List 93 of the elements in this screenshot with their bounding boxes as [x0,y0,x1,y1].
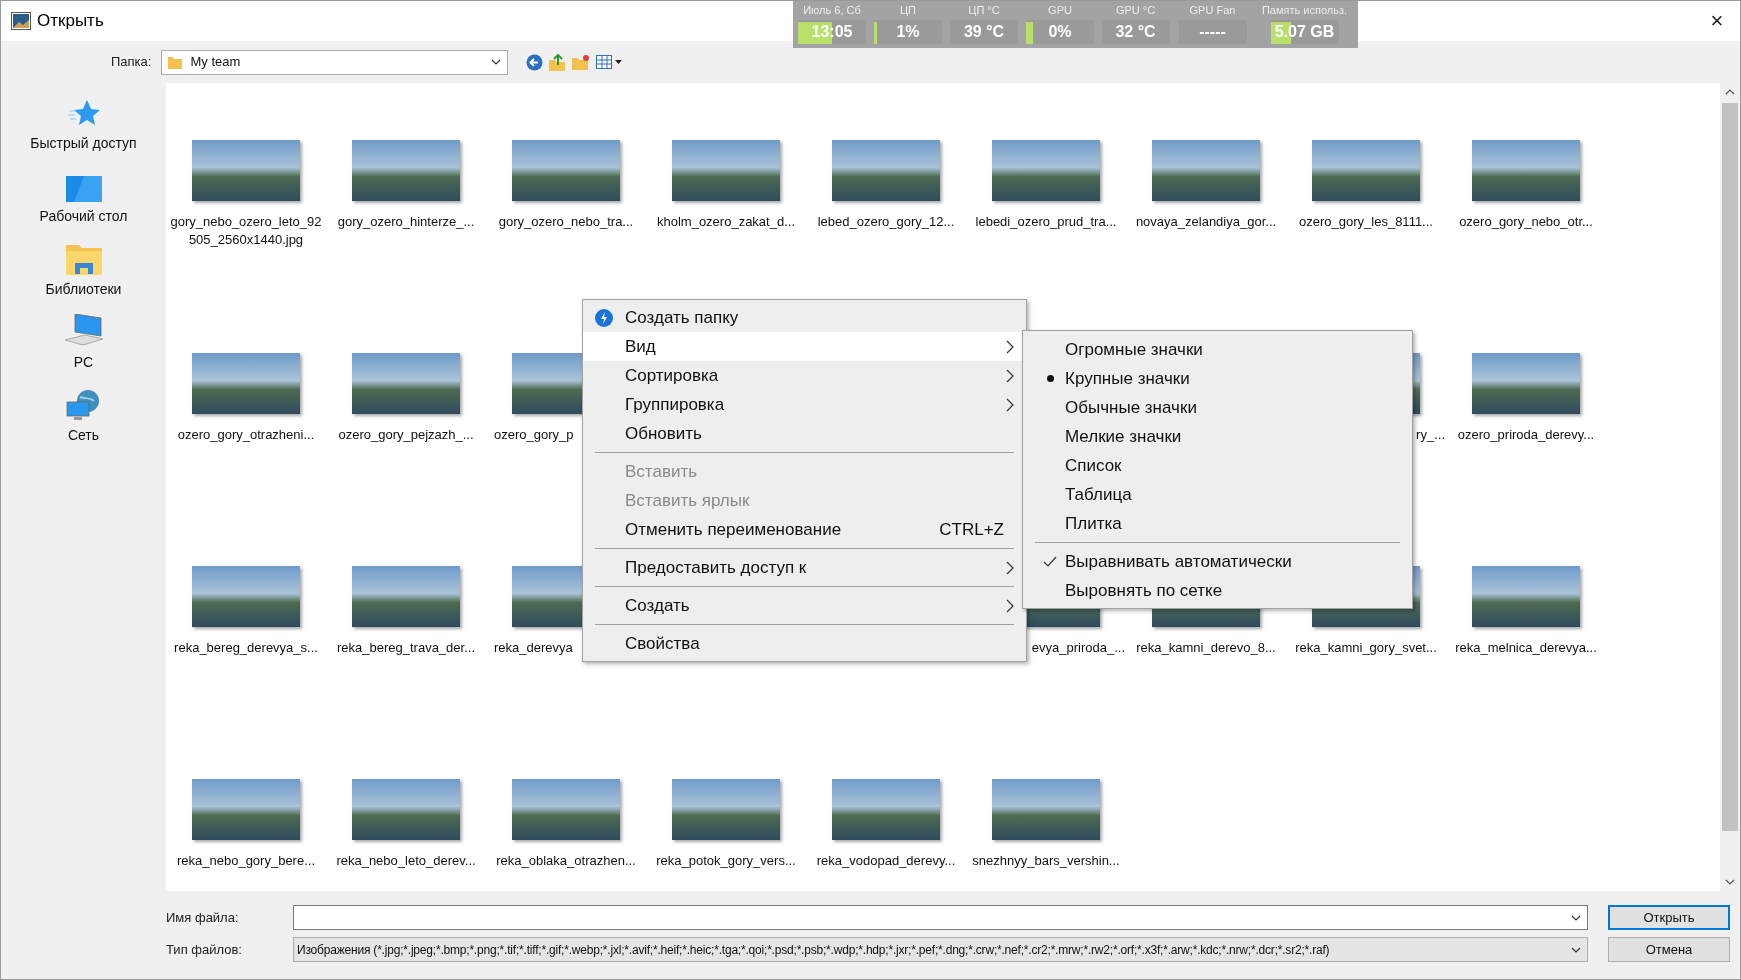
menu-item[interactable]: Список [1023,451,1412,480]
menu-item[interactable]: Огромные значки [1023,335,1412,364]
caret-icon [615,60,623,64]
open-button[interactable]: Открыть [1608,905,1730,930]
monitor-label: Июль 6, Сб [803,4,861,17]
file-name[interactable]: reka_bereg_trava_der... [336,639,475,657]
folder-icon [168,55,183,69]
monitor-value: 1% [896,22,920,42]
grid-view-icon [596,55,613,69]
menu-item[interactable]: Группировка [583,390,1026,419]
monitor-label: GPU °C [1115,4,1156,17]
folder-value: My team [190,53,242,72]
monitor-value: 13:05 [811,22,853,42]
picture-icon [11,12,31,30]
view-menu-button[interactable] [596,55,623,69]
folder-up-icon[interactable] [549,53,567,71]
monitor-label: Память использ. [1261,4,1348,17]
chevron-down-icon [491,59,502,65]
scroll-down-icon[interactable] [1725,879,1735,885]
filename-label: Имя файла: [166,908,240,927]
scroll-up-icon[interactable] [1725,89,1735,95]
monitor-value: 32 °C [1115,22,1156,42]
file-name[interactable]: snezhnyy_bars_vershin... [972,852,1120,870]
file-name[interactable]: evya_priroda_... [1031,639,1125,657]
folder-dropdown[interactable]: My team [161,49,509,75]
new-folder-icon[interactable] [572,54,591,70]
filetype-label: Тип файлов: [166,940,243,959]
file-name[interactable]: gory_nebo_ozero_leto_92505_2560x1440.jpg [167,213,325,249]
menu-item[interactable]: Крупные значки [1023,364,1412,393]
file-name[interactable]: reka_oblaka_otrazhen... [496,852,636,870]
shortcut-text: CTRL+Z [939,518,1004,541]
file-name[interactable]: ozero_priroda_derevy... [1457,426,1595,444]
file-name[interactable]: ry_... [1416,426,1445,444]
monitor-value: 5.07 GB [1274,22,1335,42]
file-name[interactable]: lebedi_ozero_prud_tra... [975,213,1117,231]
back-icon[interactable] [526,53,544,71]
file-name[interactable]: reka_derevya [494,639,573,657]
desktop-icon [65,176,102,202]
file-name[interactable]: ozero_gory_pejzazh_... [338,426,474,444]
menu-item[interactable]: Свойства [583,629,1026,658]
menu-item[interactable]: Создать [583,591,1026,620]
file-name[interactable]: gory_ozero_hinterze_... [337,213,475,231]
monitor-label: ЦП [899,4,916,17]
menu-item[interactable]: Выравнивать автоматически [1023,547,1412,576]
computer-icon [64,314,103,348]
file-name[interactable]: lebed_ozero_gory_12... [817,213,955,231]
sidebar-item[interactable]: Рабочий стол [13,166,154,239]
monitor-label: GPU Fan [1189,4,1236,17]
file-name[interactable]: reka_vodopad_derevy... [816,852,956,870]
file-name[interactable]: reka_nebo_leto_derev... [336,852,476,870]
close-button[interactable]: × [1702,6,1732,36]
file-name[interactable]: kholm_ozero_zakat_d... [657,213,795,231]
monitor-label: ЦП °C [968,4,1000,17]
file-name[interactable]: reka_kamni_derevo_8... [1136,639,1276,657]
file-name[interactable]: ozero_gory_p [494,426,574,444]
menu-item[interactable]: Создать папку [583,303,1026,332]
chevron-down-icon [1571,914,1581,921]
filename-field[interactable] [293,905,1588,930]
file-name[interactable]: ozero_gory_nebo_otr... [1459,213,1593,231]
menu-item[interactable]: Мелкие значки [1023,422,1412,451]
sidebar-item[interactable]: PC [13,312,154,385]
file-name[interactable]: reka_melnica_derevya... [1455,639,1597,657]
folder-icon [65,243,102,275]
menu-item[interactable]: Обновить [583,419,1026,448]
menu-item[interactable]: Обычные значки [1023,393,1412,422]
file-name[interactable]: gory_ozero_nebo_tra... [498,213,634,231]
menu-item[interactable]: Плитка [1023,509,1412,538]
monitor-value: 0% [1048,22,1072,42]
network-icon [65,389,102,421]
file-name[interactable]: ozero_gory_les_8111... [1299,213,1433,231]
sidebar-item[interactable]: Библиотеки [13,239,154,312]
chevron-down-icon [1571,946,1581,953]
monitor-value: ----- [1199,22,1226,42]
sidebar-item[interactable]: Быстрый доступ [13,93,154,166]
monitor-value: 39 °C [963,22,1005,42]
file-name[interactable]: reka_nebo_gory_bere... [176,852,315,870]
sidebar-item[interactable]: Сеть [13,385,154,458]
menu-item[interactable]: Отменить переименование CTRL+Z [583,515,1026,544]
file-name[interactable]: reka_bereg_derevya_s... [174,639,318,657]
file-name[interactable]: ozero_gory_otrazheni... [177,426,315,444]
folder-label: Папка: [111,53,152,72]
filetype-dropdown[interactable]: Изображения (*.jpg;*.jpeg;*.bmp;*.png;*.tif;*.tiff;*.gif;*.webp;*.jxl;*.avif;*.heif;*.heic;*.tga;*.qoi;*.psd;*.psb;*.wdp;*.hdp;*.jxr;*.pef;*.dng;*.crw;*.nef;*.cr2;*.mrw;*.rw2;*.orf;*.x3f;*.arw;*.kdc;*.nrw;*.dcr;*.sr2;*.raf) [293,937,1588,962]
cancel-button[interactable]: Отмена [1608,937,1730,962]
menu-item[interactable]: Сортировка [583,361,1026,390]
monitor-label: GPU [1048,4,1072,17]
scroll-thumb[interactable] [1722,103,1738,831]
menu-item[interactable]: Выровнять по сетке [1023,576,1412,605]
window-title: Открыть [37,10,104,33]
menu-item[interactable]: Предоставить доступ к [583,553,1026,582]
file-name[interactable]: novaya_zelandiya_gor... [1135,213,1277,231]
menu-item[interactable]: Таблица [1023,480,1412,509]
file-name[interactable]: reka_kamni_gory_svet... [1295,639,1437,657]
file-name[interactable]: reka_potok_gory_vers... [656,852,796,870]
